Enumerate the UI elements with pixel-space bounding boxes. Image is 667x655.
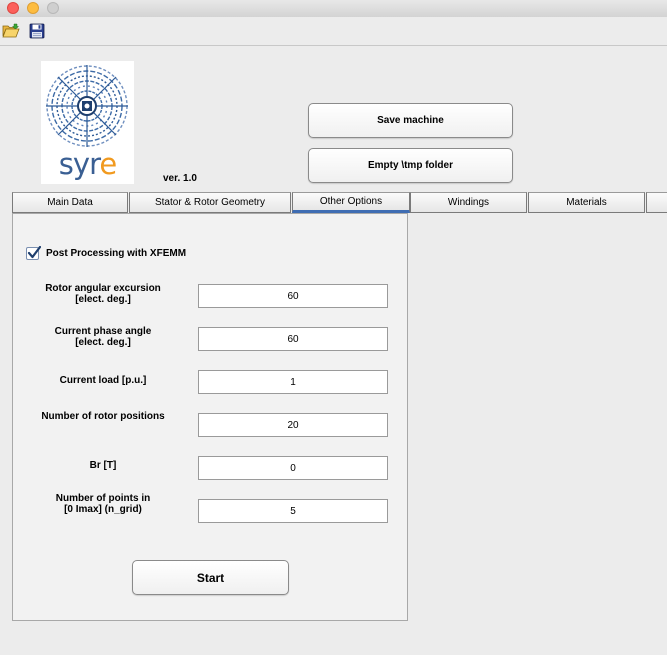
tab-stator-rotor-geometry[interactable]: Stator & Rotor Geometry	[129, 192, 291, 213]
current-load-input[interactable]	[198, 370, 388, 394]
br-label: Br [T]	[89, 460, 117, 471]
br-input[interactable]	[198, 456, 388, 480]
checkmark-icon	[27, 246, 41, 259]
number-rotor-positions-label: Number of rotor positions	[41, 411, 165, 422]
post-processing-option[interactable]: Post Processing with XFEMM	[26, 246, 187, 260]
n-grid-input[interactable]	[198, 499, 388, 523]
tab-main-data[interactable]: Main Data	[12, 192, 128, 213]
rotor-angular-excursion-input[interactable]	[198, 284, 388, 308]
tab-bar: Main Data Stator & Rotor Geometry Other …	[12, 192, 667, 213]
current-phase-angle-label: Current phase angle [elect. deg.]	[54, 326, 152, 348]
syre-logo: syre	[41, 61, 134, 184]
logo-wordmark: syre	[58, 147, 117, 181]
toolbar	[0, 17, 667, 46]
rotor-angular-excursion-label: Rotor angular excursion [elect. deg.]	[45, 283, 161, 305]
empty-tmp-folder-button[interactable]: Empty \tmp folder	[308, 148, 513, 183]
post-processing-label: Post Processing with XFEMM	[46, 248, 187, 259]
number-rotor-positions-input[interactable]	[198, 413, 388, 437]
tab-windings[interactable]: Windings	[410, 192, 527, 213]
save-button[interactable]	[29, 23, 47, 39]
window-title-bar	[0, 0, 667, 17]
tab-materials[interactable]: Materials	[528, 192, 645, 213]
floppy-save-icon	[29, 23, 45, 39]
window-zoom-button[interactable]	[47, 2, 59, 14]
tab-other-options[interactable]: Other Options	[292, 192, 410, 213]
version-label: ver. 1.0	[163, 173, 197, 184]
open-button[interactable]	[2, 23, 20, 39]
folder-open-icon	[2, 23, 20, 38]
current-phase-angle-input[interactable]	[198, 327, 388, 351]
rotor-emblem-icon	[46, 65, 128, 147]
window-minimize-button[interactable]	[27, 2, 39, 14]
save-machine-button[interactable]: Save machine	[308, 103, 513, 138]
start-button[interactable]: Start	[132, 560, 289, 595]
n-grid-label: Number of points in [0 Imax] (n_grid)	[55, 493, 151, 515]
tab-overflow[interactable]	[646, 192, 667, 213]
window-close-button[interactable]	[7, 2, 19, 14]
current-load-label: Current load [p.u.]	[59, 375, 147, 386]
post-processing-checkbox[interactable]	[26, 246, 41, 260]
